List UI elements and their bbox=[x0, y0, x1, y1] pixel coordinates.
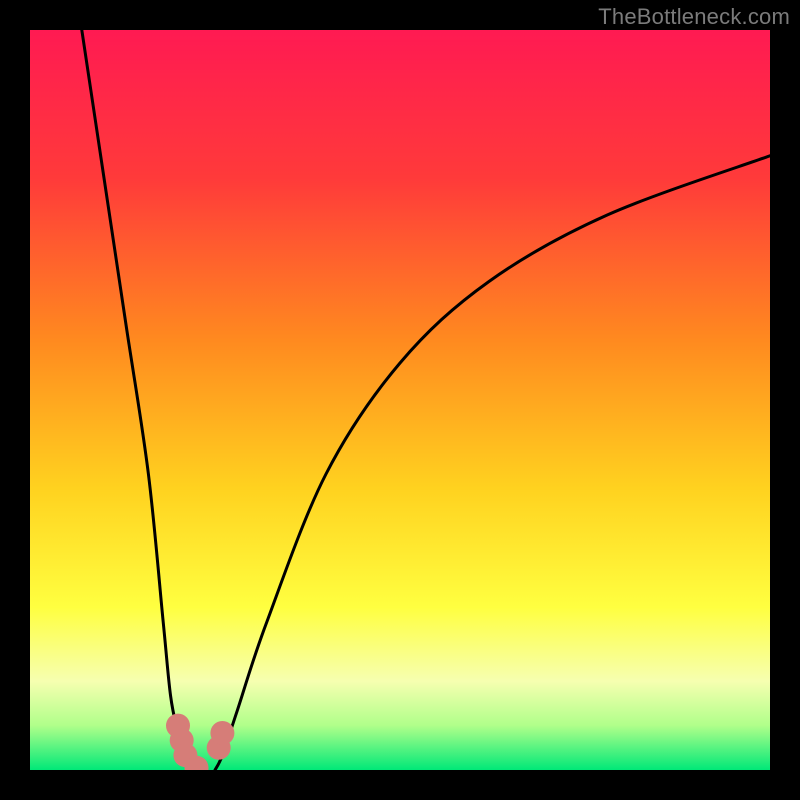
watermark-label: TheBottleneck.com bbox=[598, 4, 790, 30]
bottleneck-chart bbox=[30, 30, 770, 770]
chart-frame: TheBottleneck.com bbox=[0, 0, 800, 800]
data-marker bbox=[210, 721, 234, 745]
plot-area bbox=[30, 30, 770, 770]
gradient-background bbox=[30, 30, 770, 770]
